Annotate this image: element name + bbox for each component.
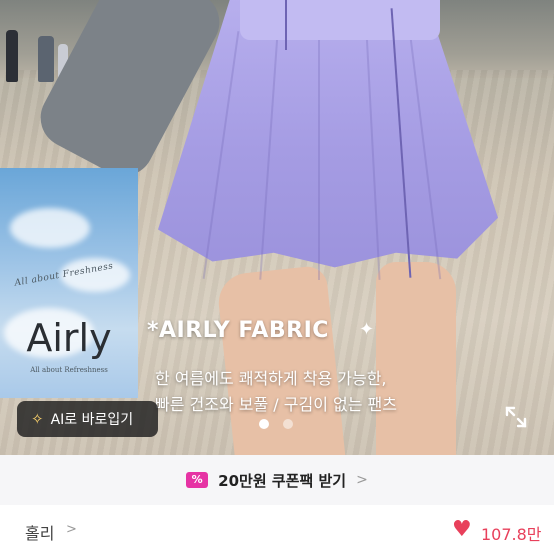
wind-icon: ✦: [359, 319, 375, 340]
brand-name: Airly: [26, 316, 112, 360]
cloud: [10, 208, 90, 248]
fabric-title: *AIRLY FABRIC: [147, 318, 329, 343]
background-person: [38, 36, 54, 82]
chevron-right-icon: >: [356, 472, 368, 488]
heart-icon[interactable]: ♥: [452, 518, 472, 542]
drawstring: [285, 0, 287, 50]
product-hero-image[interactable]: All about Freshness Airly All about Refr…: [0, 0, 554, 455]
like-count: 107.8만: [481, 525, 542, 544]
description-line-2: 빠른 건조와 보풀 / 구김이 없는 팬츠: [155, 395, 397, 414]
seller-name[interactable]: 홀리: [25, 520, 54, 544]
ai-try-on-button[interactable]: ✧ AI로 바로입기: [17, 401, 158, 437]
carousel-dot-2[interactable]: [283, 419, 293, 429]
brand-card: All about Freshness Airly All about Refr…: [0, 168, 138, 398]
carousel-dot-1[interactable]: [259, 419, 269, 429]
model-leg-right: [376, 262, 456, 455]
description-line-1: 한 여름에도 쾌적하게 착용 가능한,: [155, 369, 387, 388]
coupon-label: 20만원 쿠폰팩 받기: [218, 471, 347, 490]
coupon-ticket-icon: %: [186, 472, 209, 488]
skirt-pleat: [318, 30, 320, 280]
chevron-right-icon[interactable]: >: [66, 522, 77, 537]
brand-subtitle: All about Refreshness: [30, 366, 108, 374]
magic-wand-icon: ✧: [31, 410, 44, 428]
model-leg-left: [215, 264, 347, 455]
expand-icon[interactable]: [503, 404, 529, 430]
ai-try-on-label: AI로 바로입기: [50, 412, 134, 428]
background-person: [6, 30, 18, 82]
skirt-waistband: [240, 0, 440, 40]
coupon-banner[interactable]: % 20만원 쿠폰팩 받기 >: [0, 455, 554, 505]
